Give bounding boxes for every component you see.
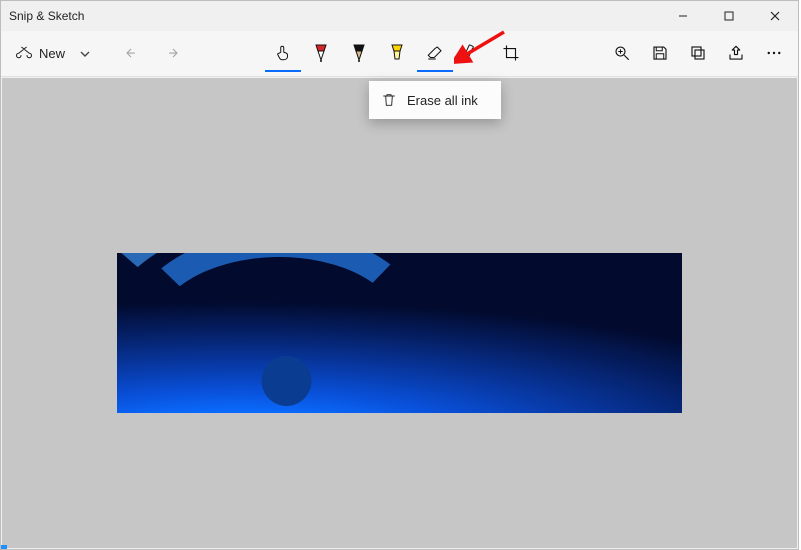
- close-button[interactable]: [752, 1, 798, 31]
- snip-new-icon: [15, 45, 33, 63]
- crop-icon: [502, 44, 520, 62]
- highlighter-button[interactable]: [379, 36, 415, 72]
- new-snip-dropdown[interactable]: [75, 36, 95, 72]
- app-window: Snip & Sketch New: [0, 0, 799, 550]
- zoom-icon: [613, 44, 631, 62]
- share-button[interactable]: [718, 36, 754, 72]
- maximize-button[interactable]: [706, 1, 752, 31]
- bottom-accent: [1, 545, 7, 549]
- copy-icon: [689, 44, 707, 62]
- zoom-button[interactable]: [604, 36, 640, 72]
- save-button[interactable]: [642, 36, 678, 72]
- eraser-dropdown-menu: Erase all ink: [369, 81, 501, 119]
- trash-icon: [381, 92, 397, 108]
- minimize-button[interactable]: [660, 1, 706, 31]
- share-icon: [727, 44, 745, 62]
- highlighter-icon: [389, 43, 405, 63]
- touch-writing-icon: [274, 44, 292, 62]
- window-controls: [660, 1, 798, 31]
- ballpoint-pen-button[interactable]: [303, 36, 339, 72]
- more-button[interactable]: [756, 36, 792, 72]
- captured-image: [117, 253, 682, 413]
- eraser-icon: [426, 44, 444, 62]
- canvas-area[interactable]: [2, 78, 797, 548]
- undo-button[interactable]: [115, 36, 151, 72]
- save-icon: [651, 44, 669, 62]
- more-icon: [765, 44, 783, 62]
- new-label: New: [39, 46, 65, 61]
- app-title: Snip & Sketch: [9, 9, 84, 23]
- copy-button[interactable]: [680, 36, 716, 72]
- eraser-button[interactable]: [417, 36, 453, 72]
- erase-all-ink-item[interactable]: Erase all ink: [407, 93, 478, 108]
- ruler-icon: [464, 44, 482, 62]
- new-snip-button[interactable]: New: [7, 36, 73, 72]
- title-bar: Snip & Sketch: [1, 1, 798, 31]
- ruler-button[interactable]: [455, 36, 491, 72]
- pencil-button[interactable]: [341, 36, 377, 72]
- redo-button[interactable]: [153, 36, 189, 72]
- ballpoint-pen-icon: [313, 43, 329, 63]
- touch-writing-button[interactable]: [265, 36, 301, 72]
- crop-button[interactable]: [493, 36, 529, 72]
- toolbar: New: [1, 31, 798, 77]
- pencil-icon: [351, 43, 367, 63]
